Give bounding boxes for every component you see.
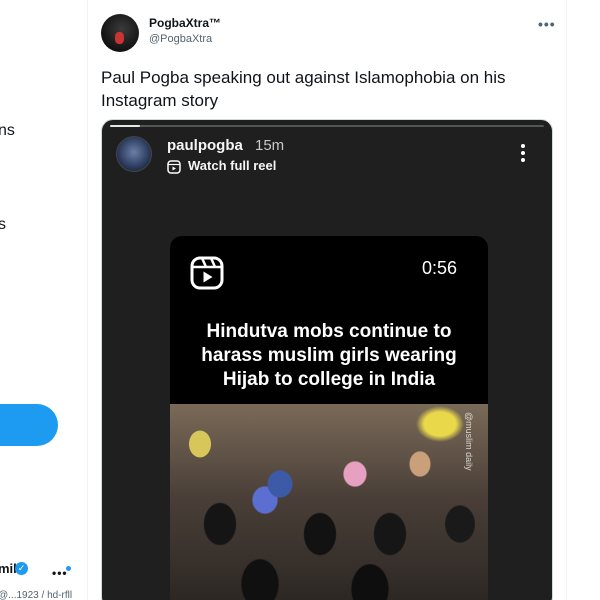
left-sidebar: ns s mil ✓ ••• @...1923 / hd-rfll: [0, 0, 88, 600]
notification-dot: [66, 566, 71, 571]
sidebar-nav-item-partial[interactable]: s: [0, 216, 6, 234]
reel-preview-card: 0:56 Hindutva mobs continue to harass mu…: [170, 236, 488, 600]
author-avatar[interactable]: [101, 14, 139, 52]
reel-watermark: @muslim daily: [464, 412, 474, 471]
reel-video-frame: @muslim daily: [170, 404, 488, 600]
author-display-name[interactable]: PogbaXtra™: [149, 16, 221, 30]
reel-logo-icon: [190, 256, 224, 290]
reel-duration: 0:56: [422, 258, 458, 278]
account-handle: @...1923 / hd-rfll: [0, 590, 73, 600]
reel-caption: Hindutva mobs continue to harass muslim …: [201, 321, 457, 390]
story-timestamp: 15m: [255, 137, 285, 154]
story-username: paulpogba: [167, 137, 243, 154]
tweet-compose-button[interactable]: [0, 404, 58, 446]
more-icon[interactable]: •••: [538, 16, 556, 32]
sidebar-nav-item-partial[interactable]: ns: [0, 122, 15, 140]
story-avatar: [116, 136, 152, 172]
verified-badge-icon: ✓: [15, 562, 28, 575]
story-menu-icon: [520, 144, 526, 165]
column-divider: [566, 0, 567, 600]
watch-full-reel-link: Watch full reel: [188, 158, 277, 173]
story-progress-track: [110, 125, 544, 127]
story-progress-fill: [110, 125, 141, 127]
tweet-media-image[interactable]: paulpogba 15m Watch full reel 0:56 Hindu…: [101, 119, 553, 600]
reel-icon: [167, 160, 181, 174]
column-divider: [87, 0, 88, 600]
tweet-text: Paul Pogba speaking out against Islamoph…: [101, 68, 506, 110]
author-handle[interactable]: @PogbaXtra: [149, 33, 212, 45]
